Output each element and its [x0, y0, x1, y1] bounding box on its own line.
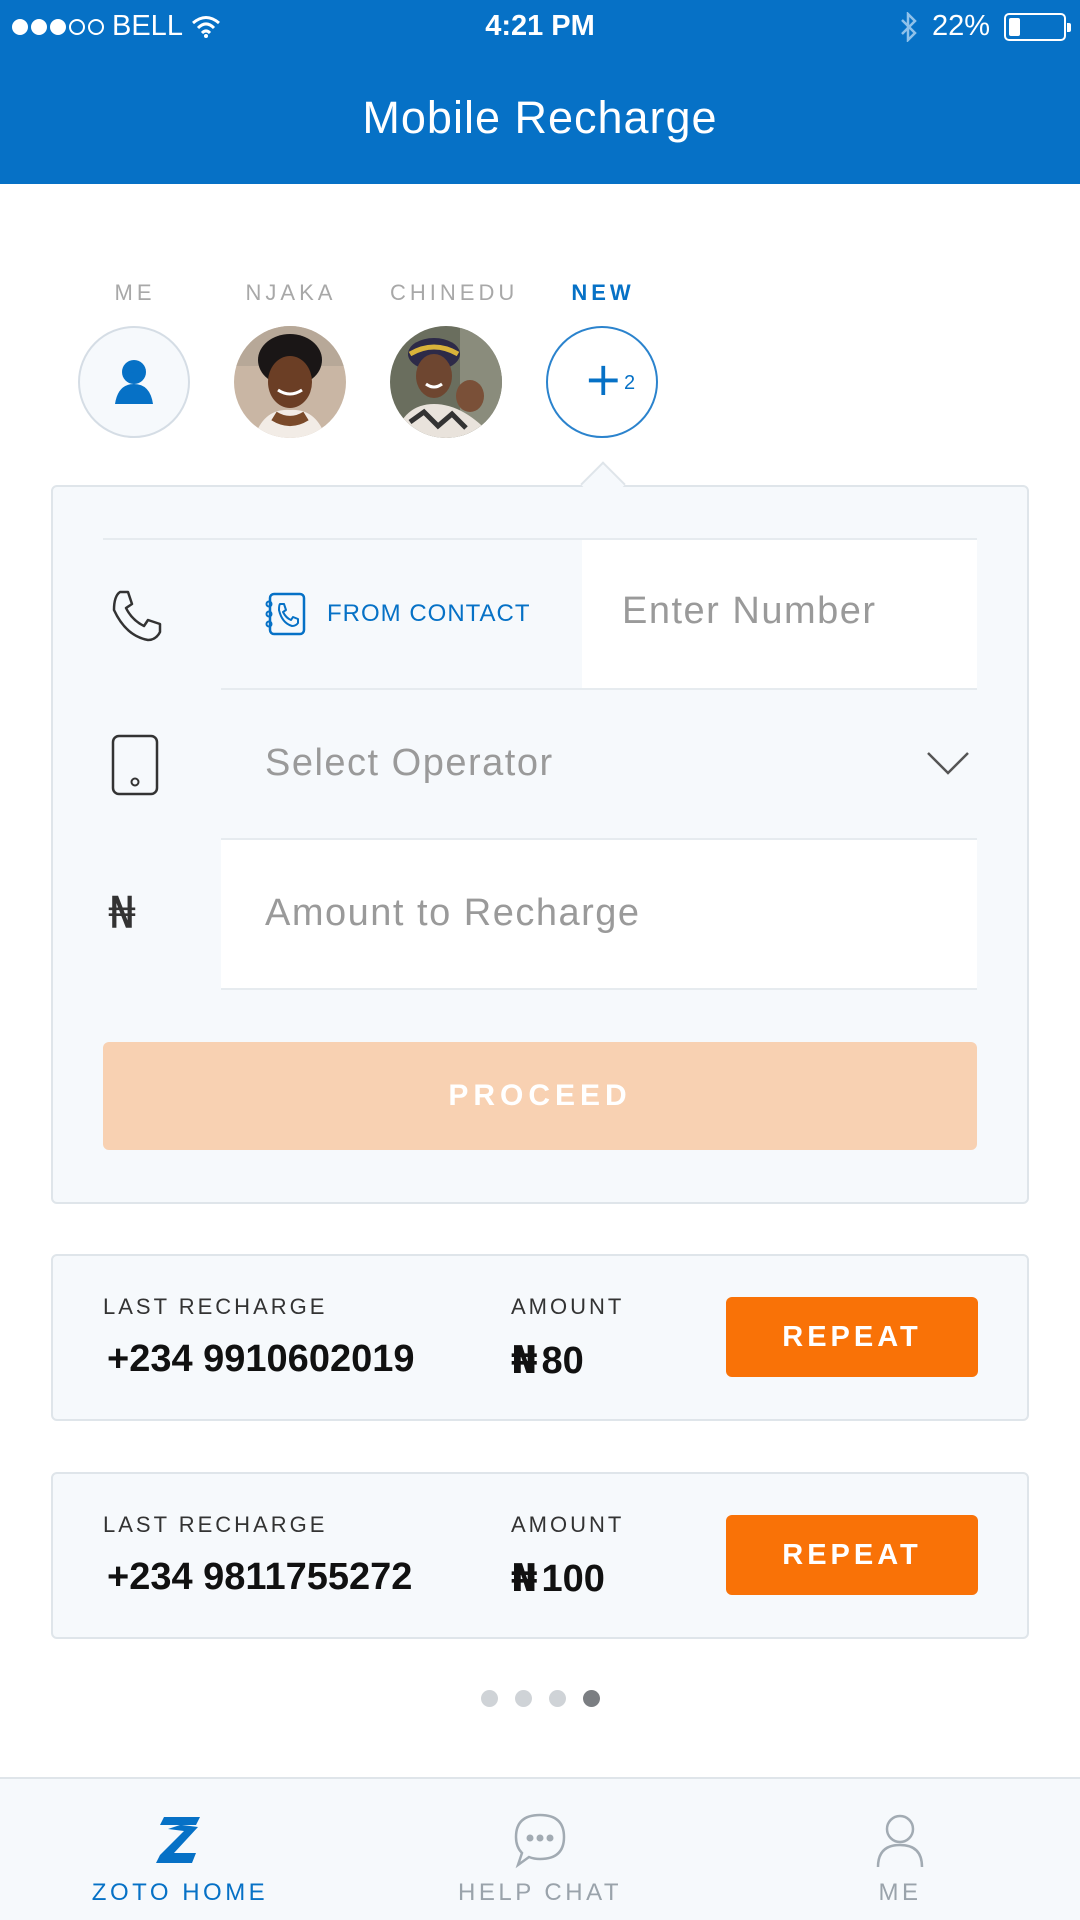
mobile-device-icon: [111, 734, 159, 796]
page-dot[interactable]: [515, 1690, 532, 1707]
page-title: Mobile Recharge: [362, 92, 718, 143]
zoto-logo-icon: [156, 1817, 200, 1863]
amount-label: AMOUNT: [511, 1294, 625, 1319]
last-recharge-label: LAST RECHARGE: [103, 1512, 328, 1537]
battery-icon: [1004, 12, 1071, 41]
recipient-label: NJAKA: [245, 280, 337, 305]
amount-placeholder: Amount to Recharge: [265, 892, 641, 934]
tab-me[interactable]: ME: [750, 1779, 1050, 1920]
tab-label: HELP CHAT: [458, 1879, 622, 1906]
recipient-label: NEW: [571, 280, 635, 305]
chat-bubble-icon: [514, 1813, 566, 1869]
recipient-label: ME: [114, 280, 156, 305]
recharge-number: +234 9811755272: [107, 1556, 413, 1598]
page-dot[interactable]: [549, 1690, 566, 1707]
from-contact-button[interactable]: FROM CONTACT: [262, 588, 542, 640]
proceed-button[interactable]: PROCEED: [103, 1042, 977, 1150]
tab-help-chat[interactable]: HELP CHAT: [390, 1779, 690, 1920]
last-recharge-label: LAST RECHARGE: [103, 1294, 328, 1319]
avatar: [390, 326, 502, 438]
user-icon: [115, 360, 153, 404]
status-bar: BELL 4:21 PM 22%: [0, 0, 1080, 52]
tab-label: ZOTO HOME: [91, 1879, 269, 1906]
app-header: BELL 4:21 PM 22% Mobile Recharge: [0, 0, 1080, 184]
phone-icon: [112, 590, 162, 642]
plus-icon: +: [584, 352, 623, 406]
repeat-button[interactable]: REPEAT: [726, 1515, 978, 1595]
naira-icon: ₦: [108, 888, 136, 939]
amount-input[interactable]: Amount to Recharge: [221, 840, 977, 988]
recharge-number: +234 9910602019: [107, 1338, 415, 1380]
number-placeholder: Enter Number: [622, 590, 877, 632]
operator-placeholder: Select Operator: [265, 742, 554, 784]
profile-icon: [876, 1814, 924, 1868]
page-indicator: [481, 1690, 600, 1707]
add-recipient-button[interactable]: + 2: [546, 326, 658, 438]
last-recharge-card: LAST RECHARGE AMOUNT +234 9811755272 ₦ 10…: [51, 1472, 1029, 1639]
contact-book-icon: [265, 592, 306, 636]
tab-zoto-home[interactable]: ZOTO HOME: [30, 1779, 330, 1920]
contact-photo-chinedu: [390, 326, 502, 438]
recipient-new[interactable]: NEW + 2: [546, 280, 660, 438]
naira-symbol: ₦: [511, 1556, 538, 1600]
avatar: [78, 326, 190, 438]
contact-photo-njaka: [234, 326, 346, 438]
operator-select[interactable]: Select Operator: [221, 690, 977, 838]
recipient-njaka[interactable]: NJAKA: [234, 280, 348, 438]
amount-value: 80: [541, 1340, 584, 1382]
recipient-me[interactable]: ME: [78, 280, 192, 438]
divider: [221, 988, 977, 990]
number-input[interactable]: Enter Number: [582, 540, 977, 688]
chevron-down-icon: [927, 752, 969, 775]
naira-symbol: ₦: [511, 1338, 538, 1382]
from-contact-label: FROM CONTACT: [327, 600, 531, 627]
page-dot-active[interactable]: [583, 1690, 600, 1707]
page-dot[interactable]: [481, 1690, 498, 1707]
recipient-chinedu[interactable]: CHINEDU: [390, 280, 519, 438]
tab-label: ME: [878, 1879, 922, 1906]
tab-bar: ZOTO HOME HELP CHAT ME: [0, 1777, 1080, 1920]
amount-label: AMOUNT: [511, 1512, 625, 1537]
new-count-badge: 2: [624, 372, 636, 394]
avatar: [234, 326, 346, 438]
bluetooth-icon: [901, 11, 917, 42]
recharge-amount: ₦ 80: [511, 1338, 584, 1383]
recharge-amount: ₦ 100: [511, 1556, 605, 1601]
battery-percent: 22%: [931, 10, 990, 42]
amount-value: 100: [541, 1558, 605, 1600]
repeat-button[interactable]: REPEAT: [726, 1297, 978, 1377]
recipient-label: CHINEDU: [390, 280, 519, 305]
last-recharge-card: LAST RECHARGE AMOUNT +234 9910602019 ₦ 80…: [51, 1254, 1029, 1421]
